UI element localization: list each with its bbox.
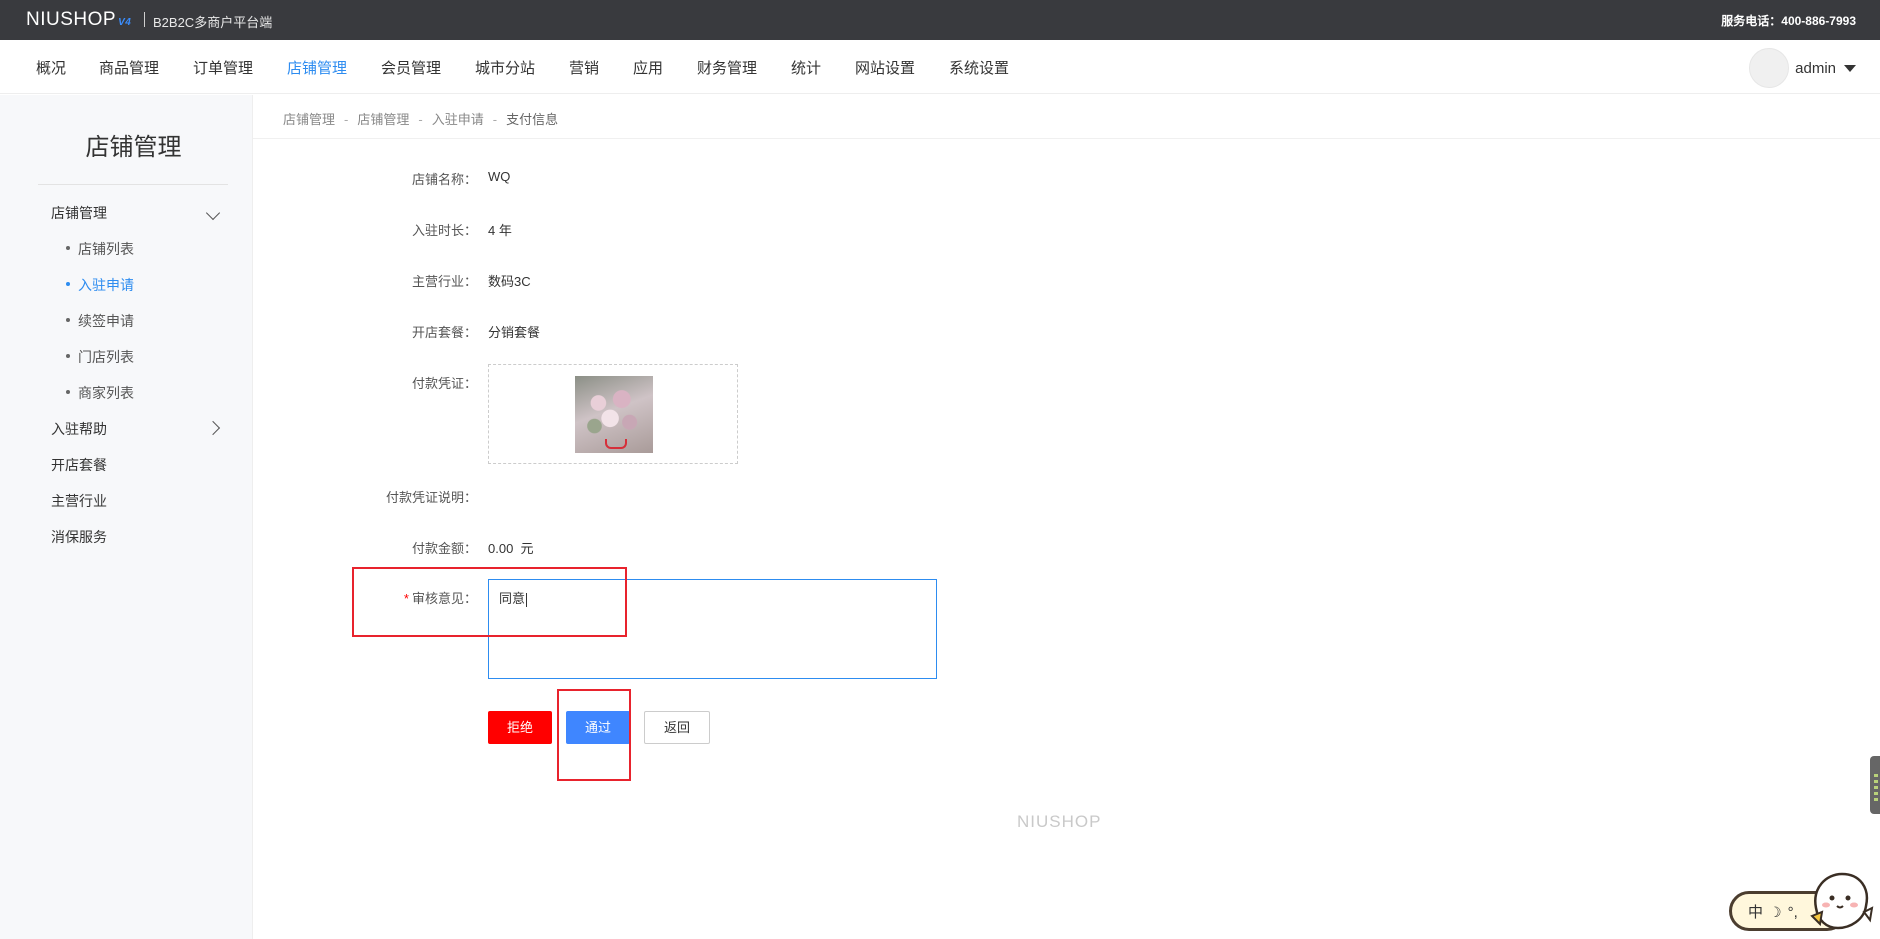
voucher-image-detail [605, 439, 627, 449]
user-menu[interactable]: admin [1749, 48, 1856, 88]
breadcrumb-current: 支付信息 [506, 112, 559, 127]
brand-version: V4 [118, 17, 132, 28]
indicator-icon [1874, 786, 1878, 789]
sidebar-group-store[interactable]: 店铺管理 [51, 203, 107, 223]
nav-item-stats[interactable]: 统计 [791, 57, 821, 78]
sidebar: 店铺管理 店铺管理 店铺列表 入驻申请 续签申请 门店列表 商家列表 入驻帮助 … [0, 95, 253, 939]
platform-subtitle: B2B2C多商户平台端 [153, 15, 273, 30]
indicator-icon [1874, 780, 1878, 783]
amount-value: 0.00 元 [488, 541, 534, 556]
main-nav: 概况 商品管理 订单管理 店铺管理 会员管理 城市分站 营销 应用 财务管理 统… [0, 40, 1880, 94]
nav-item-members[interactable]: 会员管理 [381, 57, 441, 78]
nav-item-site-settings[interactable]: 网站设置 [855, 57, 915, 78]
bullet-icon [66, 390, 70, 395]
chevron-down-icon[interactable] [205, 205, 221, 221]
indicator-icon [1874, 798, 1878, 801]
sidebar-item-shop-list[interactable]: 门店列表 [66, 347, 134, 367]
main-content: 店铺管理 - 店铺管理 - 入驻申请 - 支付信息 店铺名称： WQ 入驻时长： 4 年 主… [253, 95, 1880, 939]
industry-value: 数码3C [488, 274, 531, 289]
bullet-icon [66, 354, 70, 359]
sidebar-item-settle-apply[interactable]: 入驻申请 [66, 275, 134, 295]
nav-item-overview[interactable]: 概况 [36, 57, 66, 78]
nav-item-goods[interactable]: 商品管理 [99, 57, 159, 78]
bullet-icon [66, 282, 70, 287]
breadcrumb: 店铺管理 - 店铺管理 - 入驻申请 - 支付信息 [283, 112, 559, 127]
user-name: admin [1795, 59, 1836, 77]
sidebar-item-renew-apply[interactable]: 续签申请 [66, 311, 134, 331]
nav-item-city-sites[interactable]: 城市分站 [475, 57, 535, 78]
nav-item-finance[interactable]: 财务管理 [697, 57, 757, 78]
voucher-label: 付款凭证： [411, 376, 477, 391]
duration-value: 4 年 [488, 223, 512, 238]
nav-item-marketing[interactable]: 营销 [569, 57, 599, 78]
sidebar-group-help[interactable]: 入驻帮助 [51, 419, 107, 439]
indicator-icon [1874, 774, 1878, 777]
mascot-icon[interactable] [1806, 868, 1874, 932]
annotation-box-review [352, 567, 627, 637]
nav-item-orders[interactable]: 订单管理 [193, 57, 253, 78]
store-name-value: WQ [488, 169, 511, 184]
amount-unit: 元 [520, 541, 534, 556]
voucher-image[interactable] [575, 376, 653, 453]
sidebar-item-merchant-list[interactable]: 商家列表 [66, 383, 134, 403]
sidebar-divider [38, 184, 228, 185]
top-bar: NIUSHOP V4 B2B2C多商户平台端 服务电话：400-886-7993 [0, 0, 1880, 40]
brand-logo[interactable]: NIUSHOP V4 [26, 9, 131, 31]
side-toolbar-handle[interactable] [1870, 756, 1880, 814]
sidebar-title: 店铺管理 [85, 134, 182, 161]
duration-label: 入驻时长： [411, 223, 477, 238]
breadcrumb-item[interactable]: 店铺管理 [283, 112, 335, 127]
sidebar-item-store-list[interactable]: 店铺列表 [66, 239, 134, 259]
nav-item-stores[interactable]: 店铺管理 [287, 57, 347, 78]
indicator-icon [1874, 792, 1878, 795]
moon-icon[interactable]: ☽ [1769, 904, 1782, 921]
nav-item-apps[interactable]: 应用 [633, 57, 663, 78]
service-hotline: 服务电话：400-886-7993 [1721, 14, 1856, 28]
industry-label: 主营行业： [411, 274, 477, 289]
store-name-label: 店铺名称： [411, 172, 477, 187]
package-value: 分销套餐 [488, 325, 541, 340]
voucher-desc-label: 付款凭证说明： [385, 490, 477, 505]
sidebar-item-guarantee[interactable]: 消保服务 [51, 527, 107, 547]
brand-divider [144, 12, 145, 27]
bullet-icon [66, 318, 70, 323]
breadcrumb-item[interactable]: 店铺管理 [357, 112, 409, 127]
voucher-preview [488, 364, 738, 464]
footer-logo: NIUSHOP [1017, 812, 1102, 831]
back-button[interactable]: 返回 [644, 711, 710, 744]
ime-punct[interactable]: °, [1788, 904, 1798, 921]
caret-down-icon [1844, 64, 1856, 72]
breadcrumb-divider [253, 138, 1880, 139]
nav-item-system-settings[interactable]: 系统设置 [949, 57, 1009, 78]
bullet-icon [66, 246, 70, 251]
sidebar-item-package[interactable]: 开店套餐 [51, 455, 107, 475]
sidebar-item-industry[interactable]: 主营行业 [51, 491, 107, 511]
chevron-right-icon[interactable] [205, 420, 221, 436]
reject-button[interactable]: 拒绝 [488, 711, 552, 744]
annotation-box-pass [557, 689, 631, 781]
avatar [1749, 48, 1790, 88]
package-label: 开店套餐： [411, 325, 477, 340]
brand-name: NIUSHOP [26, 9, 117, 30]
ime-lang[interactable]: 中 [1748, 904, 1763, 921]
breadcrumb-item[interactable]: 入驻申请 [432, 112, 484, 127]
amount-label: 付款金额： [411, 541, 477, 556]
